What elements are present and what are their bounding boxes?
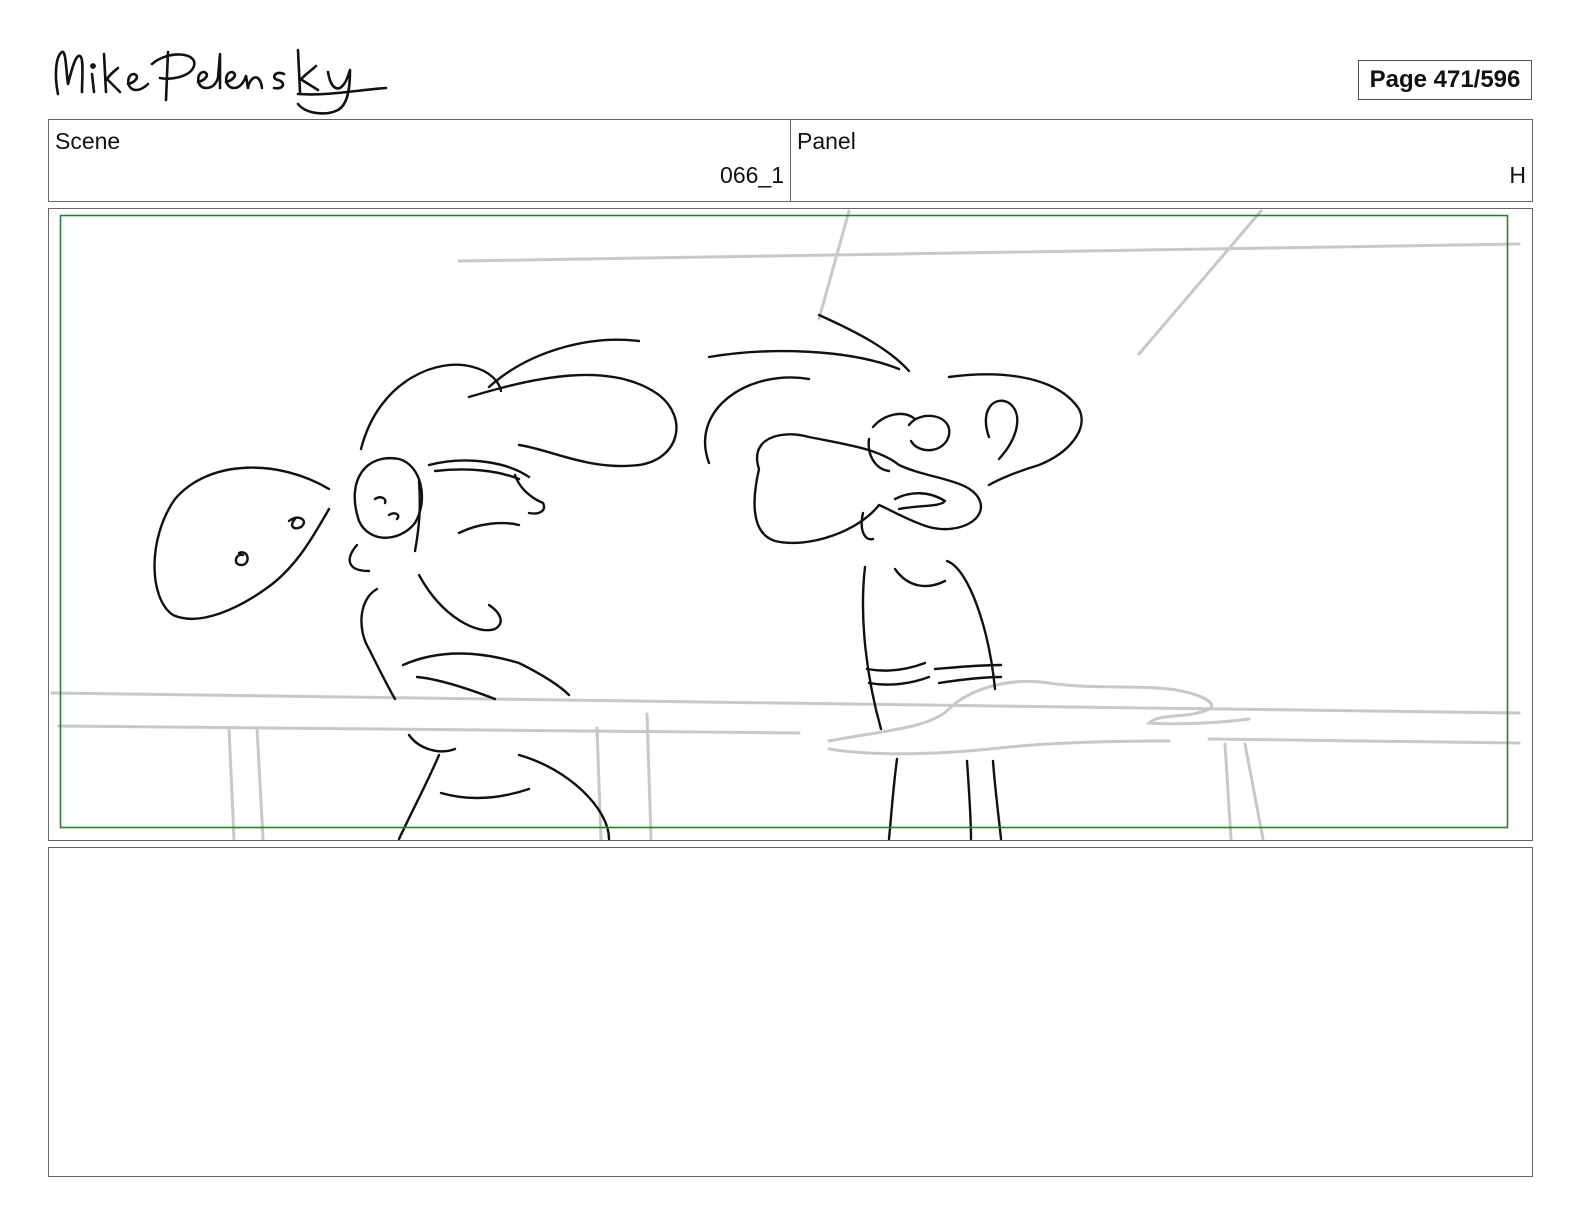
- storyboard-frame: [48, 208, 1533, 841]
- background-lines: [50, 209, 1521, 840]
- signature-logo: [54, 48, 388, 115]
- scene-cell: Scene 066_1: [49, 120, 790, 201]
- safe-area-guide: [59, 214, 1509, 829]
- scene-label: Scene: [55, 128, 121, 154]
- panel-label: Panel: [797, 128, 856, 154]
- character-right: [703, 313, 1083, 840]
- panel-value: H: [1509, 162, 1526, 188]
- page-number-box: Page 471/596: [1358, 60, 1532, 100]
- page-number: Page 471/596: [1369, 66, 1521, 93]
- scene-value: 066_1: [720, 162, 784, 188]
- sketch-drawing: [50, 209, 1521, 840]
- panel-cell: Panel H: [790, 120, 1532, 201]
- scene-panel-info: Scene 066_1 Panel H: [48, 119, 1533, 202]
- notes-box: [48, 847, 1533, 1177]
